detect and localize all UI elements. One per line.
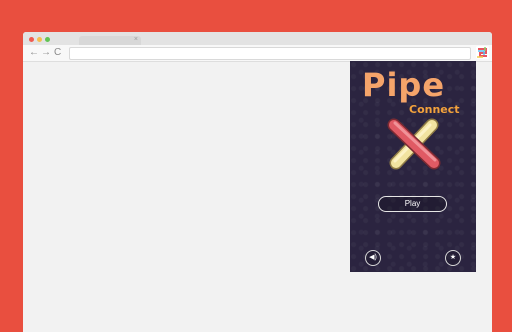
play-button[interactable]: Play: [378, 196, 447, 212]
game-subtitle: Connect: [409, 103, 460, 116]
crossed-pipes-logo: [387, 118, 441, 170]
game-title: Pipe: [362, 66, 446, 104]
minimize-window-dot[interactable]: [37, 37, 42, 42]
forward-arrow-icon[interactable]: →: [41, 46, 51, 60]
speaker-icon[interactable]: ◀): [365, 250, 381, 266]
maximize-window-dot[interactable]: [45, 37, 50, 42]
tab-close-icon[interactable]: ×: [134, 35, 138, 44]
game-panel: Pipe Connect Play ◀) ★: [350, 61, 476, 272]
reload-icon[interactable]: C: [54, 46, 61, 60]
pipe-connect-extension-icon[interactable]: [475, 45, 490, 60]
close-window-dot[interactable]: [29, 37, 34, 42]
back-arrow-icon[interactable]: ←: [29, 46, 39, 60]
star-icon[interactable]: ★: [445, 250, 461, 266]
browser-tab[interactable]: ×: [79, 36, 141, 45]
browser-toolbar: ← → C: [23, 45, 492, 62]
browser-titlebar: ×: [23, 32, 492, 45]
address-bar[interactable]: [69, 47, 471, 60]
